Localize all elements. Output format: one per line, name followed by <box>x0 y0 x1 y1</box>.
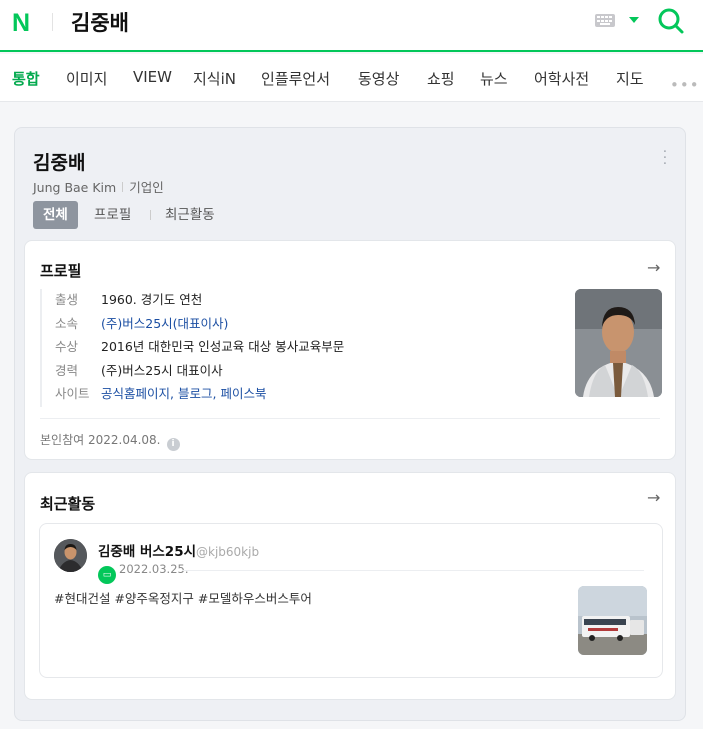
tab-integrated[interactable]: 통합 <box>12 68 40 89</box>
search-header: N 김중배 <box>0 0 703 52</box>
subtitle-divider <box>122 182 124 192</box>
subtab-divider <box>150 210 151 220</box>
tab-map[interactable]: 지도 <box>616 68 644 89</box>
activity-post[interactable]: 김중배 버스25시@kjb60kjb ▭ 2022.03.25. #현대건설 #양… <box>39 523 663 678</box>
person-occupation: 기업인 <box>129 180 164 195</box>
affiliation-link[interactable]: (주)버스25시(대표이사) <box>101 316 228 331</box>
profile-value: (주)버스25시 대표이사 <box>101 362 223 378</box>
post-date: 2022.03.25. <box>119 562 189 576</box>
search-tabs: 통합 이미지 VIEW 지식iN 인플루언서 동영상 쇼핑 뉴스 어학사전 지도… <box>0 54 703 102</box>
avatar[interactable] <box>54 539 87 572</box>
profile-label: 수상 <box>55 339 79 354</box>
profile-info-list: 출생 1960. 경기도 연천 소속 (주)버스25시(대표이사) 수상 2016년 … <box>40 289 450 407</box>
arrow-right-icon[interactable]: → <box>647 258 660 277</box>
tab-video[interactable]: 동영상 <box>358 68 399 89</box>
profile-card: 프로필 → 출생 1960. 경기도 연천 소속 (주)버스25시(대표이사) 수상… <box>24 240 676 460</box>
site-link-blog[interactable]: 블로그 <box>178 386 213 401</box>
tab-view[interactable]: VIEW <box>133 68 172 86</box>
post-author-handle: @kjb60kjb <box>196 545 260 559</box>
subtab-recent-activity[interactable]: 최근활동 <box>165 201 215 229</box>
recent-activity-card: 최근활동 → 김중배 버스25시@kjb60kjb ▭ 2022.03.25. #… <box>24 472 676 700</box>
post-author-name[interactable]: 김중배 버스25시 <box>98 544 196 560</box>
person-romanized-name: Jung Bae Kim <box>33 180 117 195</box>
header-divider <box>52 13 53 31</box>
person-subtitle: Jung Bae Kim 기업인 <box>33 177 164 196</box>
person-name: 김중배 <box>33 152 86 174</box>
more-tabs-icon[interactable]: ••• <box>670 76 700 94</box>
search-icon[interactable] <box>657 7 685 35</box>
profile-label: 경력 <box>55 362 79 378</box>
naver-logo[interactable]: N <box>12 9 30 38</box>
chevron-down-icon[interactable] <box>629 17 639 23</box>
profile-value: 2016년 대한민국 인성교육 대상 봉사교육부문 <box>101 339 345 354</box>
profile-row-affiliation: 소속 (주)버스25시(대표이사) <box>55 313 450 337</box>
more-options-icon[interactable]: · · · <box>660 146 670 171</box>
info-icon[interactable]: i <box>166 438 180 451</box>
post-text[interactable]: #현대건설 #양주옥정지구 #모델하우스버스투어 <box>54 588 312 607</box>
site-link-facebook[interactable]: 페이스북 <box>220 386 266 401</box>
profile-value: 1960. 경기도 연천 <box>101 292 203 307</box>
blog-icon: ▭ <box>98 566 116 584</box>
site-link-homepage[interactable]: 공식홈페이지 <box>101 386 170 401</box>
tab-images[interactable]: 이미지 <box>66 68 107 89</box>
keyboard-icon[interactable] <box>595 14 615 27</box>
recent-activity-title[interactable]: 최근활동 <box>40 493 95 514</box>
search-query[interactable]: 김중배 <box>71 7 129 37</box>
profile-row-sites: 사이트 공식홈페이지, 블로그, 페이스북 <box>55 383 450 407</box>
subtab-all[interactable]: 전체 <box>33 201 78 229</box>
profile-row-career: 경력 (주)버스25시 대표이사 <box>55 360 450 384</box>
profile-photo[interactable] <box>575 289 662 397</box>
subtab-profile[interactable]: 프로필 <box>94 201 131 229</box>
profile-label: 출생 <box>55 292 79 307</box>
profile-row-award: 수상 2016년 대한민국 인성교육 대상 봉사교육부문 <box>55 336 450 360</box>
tab-news[interactable]: 뉴스 <box>480 68 508 89</box>
post-divider <box>182 570 644 571</box>
tab-shopping[interactable]: 쇼핑 <box>427 68 455 89</box>
tab-kin[interactable]: 지식iN <box>193 68 236 89</box>
tab-influencer[interactable]: 인플루언서 <box>261 68 330 89</box>
profile-card-divider <box>40 418 660 419</box>
tab-dictionary[interactable]: 어학사전 <box>534 68 589 89</box>
profile-row-birth: 출생 1960. 경기도 연천 <box>55 289 450 313</box>
post-thumbnail[interactable] <box>578 586 647 655</box>
post-meta: ▭ 2022.03.25. <box>98 562 189 584</box>
self-participation-date: 본인참여 2022.04.08. <box>40 433 161 447</box>
profile-label: 사이트 <box>55 386 90 401</box>
arrow-right-icon[interactable]: → <box>647 488 660 507</box>
profile-card-title[interactable]: 프로필 <box>40 260 81 281</box>
profile-label: 소속 <box>55 315 79 331</box>
profile-footer: 본인참여 2022.04.08. i <box>40 431 180 451</box>
post-author[interactable]: 김중배 버스25시@kjb60kjb <box>98 540 259 560</box>
